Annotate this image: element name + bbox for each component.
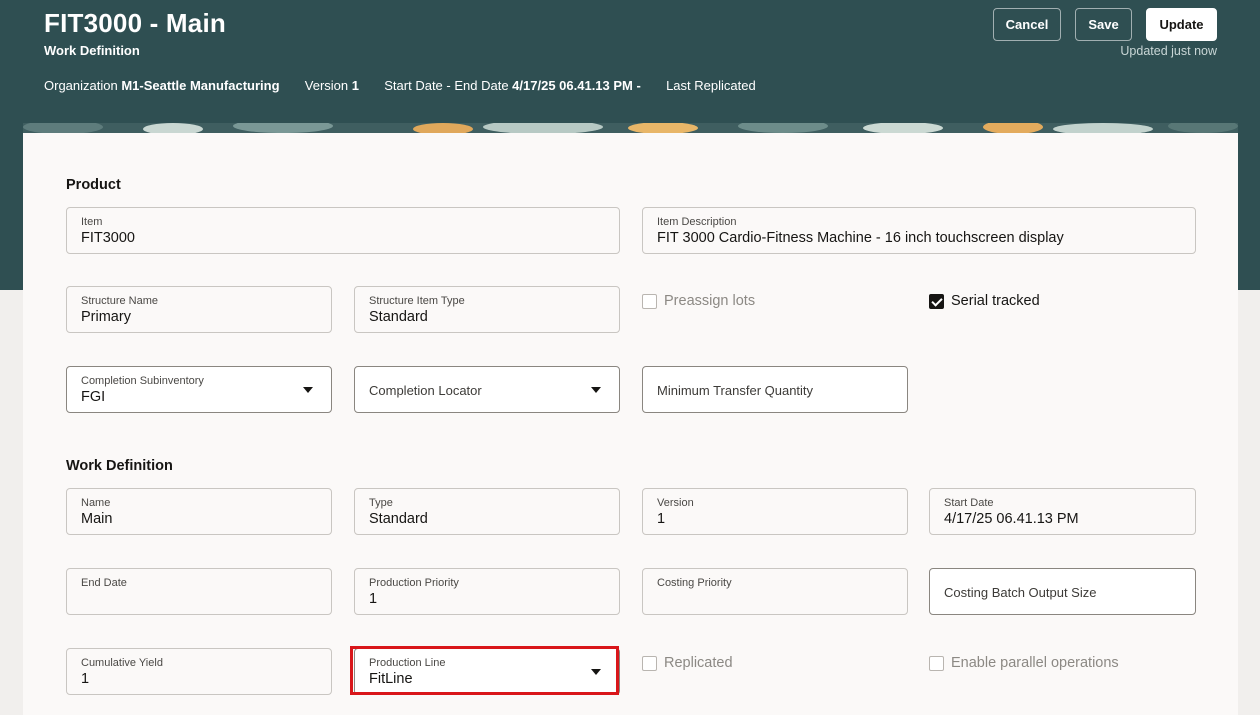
cumulative-yield-label: Cumulative Yield xyxy=(81,657,163,669)
item-description-value: FIT 3000 Cardio-Fitness Machine - 16 inc… xyxy=(657,230,1064,246)
version-value: 1 xyxy=(351,78,360,93)
type-label: Type xyxy=(369,497,393,509)
item-description-label: Item Description xyxy=(657,216,737,228)
update-button[interactable]: Update xyxy=(1146,8,1217,41)
completion-subinventory-select[interactable]: Completion Subinventory FGI xyxy=(66,366,332,413)
start-date-field[interactable]: Start Date 4/17/25 06.41.13 PM xyxy=(929,488,1196,535)
name-field[interactable]: Name Main xyxy=(66,488,332,535)
preassign-lots-checkbox[interactable]: Preassign lots xyxy=(642,293,755,309)
chevron-down-icon xyxy=(303,387,313,393)
production-priority-label: Production Priority xyxy=(369,577,459,589)
structure-item-type-value: Standard xyxy=(369,309,428,325)
production-priority-field[interactable]: Production Priority 1 xyxy=(354,568,620,615)
minimum-transfer-quantity-label: Minimum Transfer Quantity xyxy=(657,383,814,398)
costing-batch-output-size-input[interactable]: Costing Batch Output Size xyxy=(929,568,1196,615)
type-field[interactable]: Type Standard xyxy=(354,488,620,535)
page-title: FIT3000 - Main xyxy=(44,8,226,38)
cumulative-yield-field[interactable]: Cumulative Yield 1 xyxy=(66,648,332,695)
version-field[interactable]: Version 1 xyxy=(642,488,908,535)
structure-item-type-field[interactable]: Structure Item Type Standard xyxy=(354,286,620,333)
production-priority-value: 1 xyxy=(369,591,378,607)
version-label: Version xyxy=(304,78,349,93)
decorative-banner xyxy=(23,123,1238,133)
structure-name-label: Structure Name xyxy=(81,295,159,307)
completion-locator-label: Completion Locator xyxy=(369,383,482,398)
dates-value: 4/17/25 06.41.13 PM - xyxy=(512,78,641,93)
end-date-field[interactable]: End Date xyxy=(66,568,332,615)
costing-priority-field[interactable]: Costing Priority xyxy=(642,568,908,615)
start-date-label: Start Date xyxy=(944,497,994,509)
structure-item-type-label: Structure Item Type xyxy=(369,295,465,307)
version-value: 1 xyxy=(657,511,666,527)
save-status: Updated just now xyxy=(1120,44,1217,58)
production-line-highlight xyxy=(350,646,619,695)
start-date-value: 4/17/25 06.41.13 PM xyxy=(944,511,1079,527)
serial-tracked-label: Serial tracked xyxy=(951,293,1040,309)
cumulative-yield-value: 1 xyxy=(81,671,90,687)
header-meta: Organization M1-Seattle Manufacturing Ve… xyxy=(44,78,756,93)
costing-batch-output-size-label: Costing Batch Output Size xyxy=(944,585,1097,600)
org-label: Organization xyxy=(44,78,118,93)
preassign-lots-label: Preassign lots xyxy=(664,293,756,309)
save-button[interactable]: Save xyxy=(1075,8,1132,41)
page-subtitle: Work Definition xyxy=(44,43,140,58)
completion-subinventory-value: FGI xyxy=(81,389,106,405)
minimum-transfer-quantity-input[interactable]: Minimum Transfer Quantity xyxy=(642,366,908,413)
enable-parallel-operations-label: Enable parallel operations xyxy=(951,655,1119,671)
dates-label: Start Date - End Date xyxy=(384,78,509,93)
enable-parallel-operations-checkbox[interactable]: Enable parallel operations xyxy=(929,655,1119,671)
product-section-title: Product xyxy=(66,177,121,193)
form-card: Product Item FIT3000 Item Description FI… xyxy=(23,123,1238,715)
item-field[interactable]: Item FIT3000 xyxy=(66,207,620,254)
replicated-checkbox[interactable]: Replicated xyxy=(642,655,733,671)
serial-tracked-checkbox[interactable]: Serial tracked xyxy=(929,293,1040,309)
item-value: FIT3000 xyxy=(81,230,135,246)
structure-name-field[interactable]: Structure Name Primary xyxy=(66,286,332,333)
chevron-down-icon xyxy=(591,387,601,393)
completion-locator-select[interactable]: Completion Locator xyxy=(354,366,620,413)
name-value: Main xyxy=(81,511,113,527)
org-value: M1-Seattle Manufacturing xyxy=(121,78,280,93)
structure-name-value: Primary xyxy=(81,309,131,325)
checkbox-unchecked-icon xyxy=(929,655,944,671)
checkbox-unchecked-icon xyxy=(642,293,657,309)
cancel-button[interactable]: Cancel xyxy=(993,8,1061,41)
version-label: Version xyxy=(657,497,694,509)
last-replicated-label: Last Replicated xyxy=(666,78,756,93)
completion-subinventory-label: Completion Subinventory xyxy=(81,375,204,387)
costing-priority-label: Costing Priority xyxy=(657,577,732,589)
end-date-label: End Date xyxy=(81,577,127,589)
work-definition-section-title: Work Definition xyxy=(66,458,173,474)
item-label: Item xyxy=(81,216,103,228)
checkbox-unchecked-icon xyxy=(642,655,657,671)
item-description-field[interactable]: Item Description FIT 3000 Cardio-Fitness… xyxy=(642,207,1196,254)
checkbox-checked-icon xyxy=(929,293,944,309)
type-value: Standard xyxy=(369,511,428,527)
name-label: Name xyxy=(81,497,111,509)
replicated-label: Replicated xyxy=(664,655,733,671)
